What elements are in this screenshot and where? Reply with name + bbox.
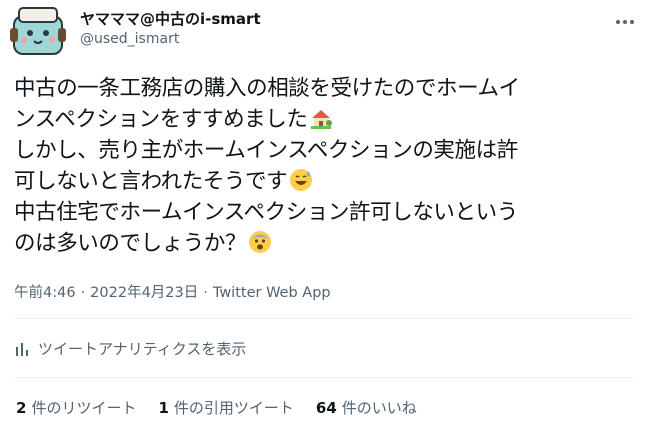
- divider: [14, 318, 636, 319]
- divider: [14, 377, 636, 378]
- tweet-line: しかし、売り主がホームインスペクションの実施は許: [14, 138, 518, 163]
- retweet-count: 2: [16, 399, 27, 417]
- retweets-stat[interactable]: 2 件のリツイート: [16, 397, 136, 418]
- quote-count: 1: [158, 399, 169, 417]
- like-label: 件のいいね: [341, 399, 417, 417]
- tweet-text: 中古の一条工務店の購入の相談を受けたのでホームイ ンスペクションをすすめました …: [14, 73, 640, 259]
- tweet-line: 中古住宅でホームインスペクション許可しないという: [14, 200, 518, 225]
- retweet-label: 件のリツイート: [31, 399, 137, 417]
- user-handle[interactable]: @used_ismart: [80, 31, 179, 47]
- more-options-icon[interactable]: [612, 12, 638, 32]
- fearful-face-emoji: [249, 231, 272, 253]
- tweet-line-with-emoji: のは多いのでしょうか？: [14, 228, 640, 259]
- display-name[interactable]: ヤマママ@中古のi-smart: [80, 8, 261, 29]
- likes-stat[interactable]: 64 件のいいね: [316, 397, 417, 418]
- avatar[interactable]: [10, 6, 66, 58]
- grinning-sweat-emoji: [290, 169, 313, 191]
- house-with-garden-emoji: [311, 110, 333, 129]
- bar-chart-icon: [16, 342, 28, 356]
- meta-separator: ·: [203, 285, 208, 301]
- tweet-line-with-emoji: ンスペクションをすすめました: [14, 104, 640, 135]
- quote-tweets-stat[interactable]: 1 件の引用ツイート: [158, 397, 293, 418]
- tweet-line: 可しないと言われたそうです: [14, 169, 288, 194]
- tweet-source[interactable]: Twitter Web App: [213, 285, 331, 301]
- quote-label: 件の引用ツイート: [173, 399, 294, 417]
- tweet-stats: 2 件のリツイート 1 件の引用ツイート 64 件のいいね: [16, 397, 417, 418]
- tweet-time[interactable]: 午前4:46: [14, 285, 76, 301]
- meta-separator: ·: [80, 285, 86, 301]
- analytics-label: ツイートアナリティクスを表示: [38, 340, 247, 358]
- view-analytics-button[interactable]: ツイートアナリティクスを表示: [14, 338, 246, 359]
- like-count: 64: [315, 399, 337, 417]
- tweet-meta: 午前4:46 · 2022年4月23日 · Twitter Web App: [14, 281, 331, 302]
- tweet-line-with-emoji: 可しないと言われたそうです: [14, 166, 640, 197]
- tweet-line: ンスペクションをすすめました: [14, 107, 308, 132]
- tweet-line: 中古の一条工務店の購入の相談を受けたのでホームイ: [14, 76, 520, 101]
- tweet-line: のは多いのでしょうか？: [14, 231, 247, 256]
- tweet-date[interactable]: 2022年4月23日: [90, 285, 198, 301]
